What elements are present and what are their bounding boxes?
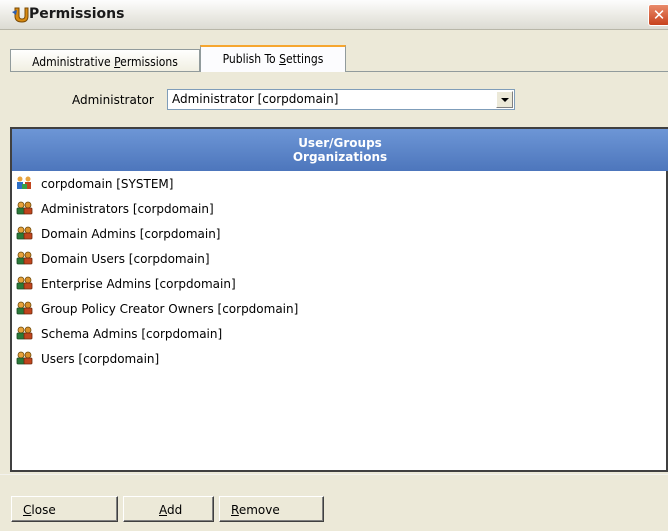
dropdown-button[interactable] (496, 91, 513, 108)
tab-label: Administrative Permissions (32, 55, 178, 69)
organization-icon (16, 176, 33, 190)
user-group-icon (16, 251, 33, 265)
list-body: corpdomain [SYSTEM] Administrators [corpd… (12, 171, 668, 470)
close-button[interactable]: Close (11, 496, 118, 522)
list-item-label: Group Policy Creator Owners [corpdomain] (41, 302, 299, 316)
user-group-icon (16, 226, 33, 240)
tab-publish-to-settings[interactable]: Publish To Settings (200, 45, 346, 72)
administrator-dropdown[interactable]: Administrator [corpdomain] (167, 89, 515, 110)
close-button-label: Close (23, 503, 56, 517)
list-column-header[interactable]: User/Groups Organizations (12, 129, 668, 171)
header-line-organizations: Organizations (292, 150, 388, 164)
user-group-icon (16, 201, 33, 215)
tab-administrative-permissions[interactable]: Administrative Permissions (10, 49, 200, 71)
close-icon: ✕ (652, 6, 666, 24)
list-item-label: corpdomain [SYSTEM] (41, 177, 174, 191)
title-bar[interactable]: Permissions ✕ (0, 0, 668, 30)
tab-strip: Administrative Permissions Publish To Se… (10, 45, 668, 74)
user-group-icon (16, 351, 33, 365)
list-item-label: Administrators [corpdomain] (41, 202, 214, 216)
list-item-label: Enterprise Admins [corpdomain] (41, 277, 236, 291)
user-group-icon (16, 326, 33, 340)
add-button-label: Add (159, 503, 183, 517)
window-title: Permissions (29, 6, 125, 22)
header-line-user-groups: User/Groups (298, 136, 382, 150)
list-item-label: Domain Users [corpdomain] (41, 252, 210, 266)
add-button[interactable]: Add (123, 496, 214, 522)
list-item-label: Schema Admins [corpdomain] (41, 327, 223, 341)
divider (0, 474, 668, 475)
tab-label: Publish To Settings (222, 52, 324, 66)
permissions-app-icon (11, 6, 29, 24)
chevron-down-icon (501, 98, 509, 102)
remove-button-label: Remove (231, 503, 280, 517)
window-close-button[interactable]: ✕ (648, 4, 668, 26)
user-groups-list[interactable]: User/Groups Organizations corpdomain [SY… (10, 127, 668, 472)
list-item-label: Domain Admins [corpdomain] (41, 227, 221, 241)
user-group-icon (16, 301, 33, 315)
list-item-label: Users [corpdomain] (41, 352, 160, 366)
administrator-selected-value: Administrator [corpdomain] (172, 92, 339, 106)
remove-button[interactable]: Remove (219, 496, 324, 522)
administrator-label: Administrator (72, 93, 154, 107)
user-group-icon (16, 276, 33, 290)
